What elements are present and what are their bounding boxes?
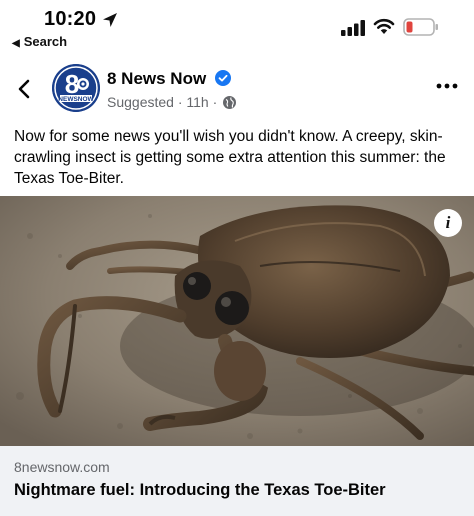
wifi-icon <box>373 18 395 34</box>
status-time: 10:20 <box>44 8 97 30</box>
back-triangle-icon: ◀ <box>12 38 20 49</box>
back-to-search-link[interactable]: ◀ Search <box>12 34 67 49</box>
link-preview-card[interactable]: 8newsnow.com Nightmare fuel: Introducing… <box>0 446 474 516</box>
info-icon: i <box>445 213 451 232</box>
page-avatar[interactable]: 8 NEWSNOW <box>52 64 100 112</box>
globe-icon <box>223 96 237 109</box>
status-bar: 10:20 ◀ Search <box>0 0 474 56</box>
verified-badge-icon <box>214 70 231 86</box>
link-domain: 8newsnow.com <box>14 459 110 475</box>
info-button[interactable]: i <box>434 209 462 237</box>
page-name-link[interactable]: 8 News Now <box>107 69 231 89</box>
8-news-now-logo-icon: 8 NEWSNOW <box>52 64 100 112</box>
back-to-search-label: Search <box>23 34 68 49</box>
svg-text:NEWSNOW: NEWSNOW <box>58 96 94 103</box>
post-photo[interactable]: i <box>0 196 474 446</box>
post-meta-text: Suggested · 11h · <box>107 94 218 110</box>
back-chevron-icon[interactable] <box>16 79 34 99</box>
location-arrow-icon <box>103 13 117 27</box>
more-options-icon[interactable] <box>436 82 458 90</box>
link-title: Nightmare fuel: Introducing the Texas To… <box>14 481 386 499</box>
post-meta: Suggested · 11h · <box>107 94 237 110</box>
battery-low-icon <box>403 18 438 36</box>
cellular-signal-icon <box>341 20 365 36</box>
post-text: Now for some news you'll wish you didn't… <box>14 128 446 187</box>
toe-biter-insect-image <box>0 196 474 446</box>
post-header: 8 NEWSNOW 8 News Now Suggested · 11h · <box>0 60 474 116</box>
page-name: 8 News Now <box>107 69 207 88</box>
